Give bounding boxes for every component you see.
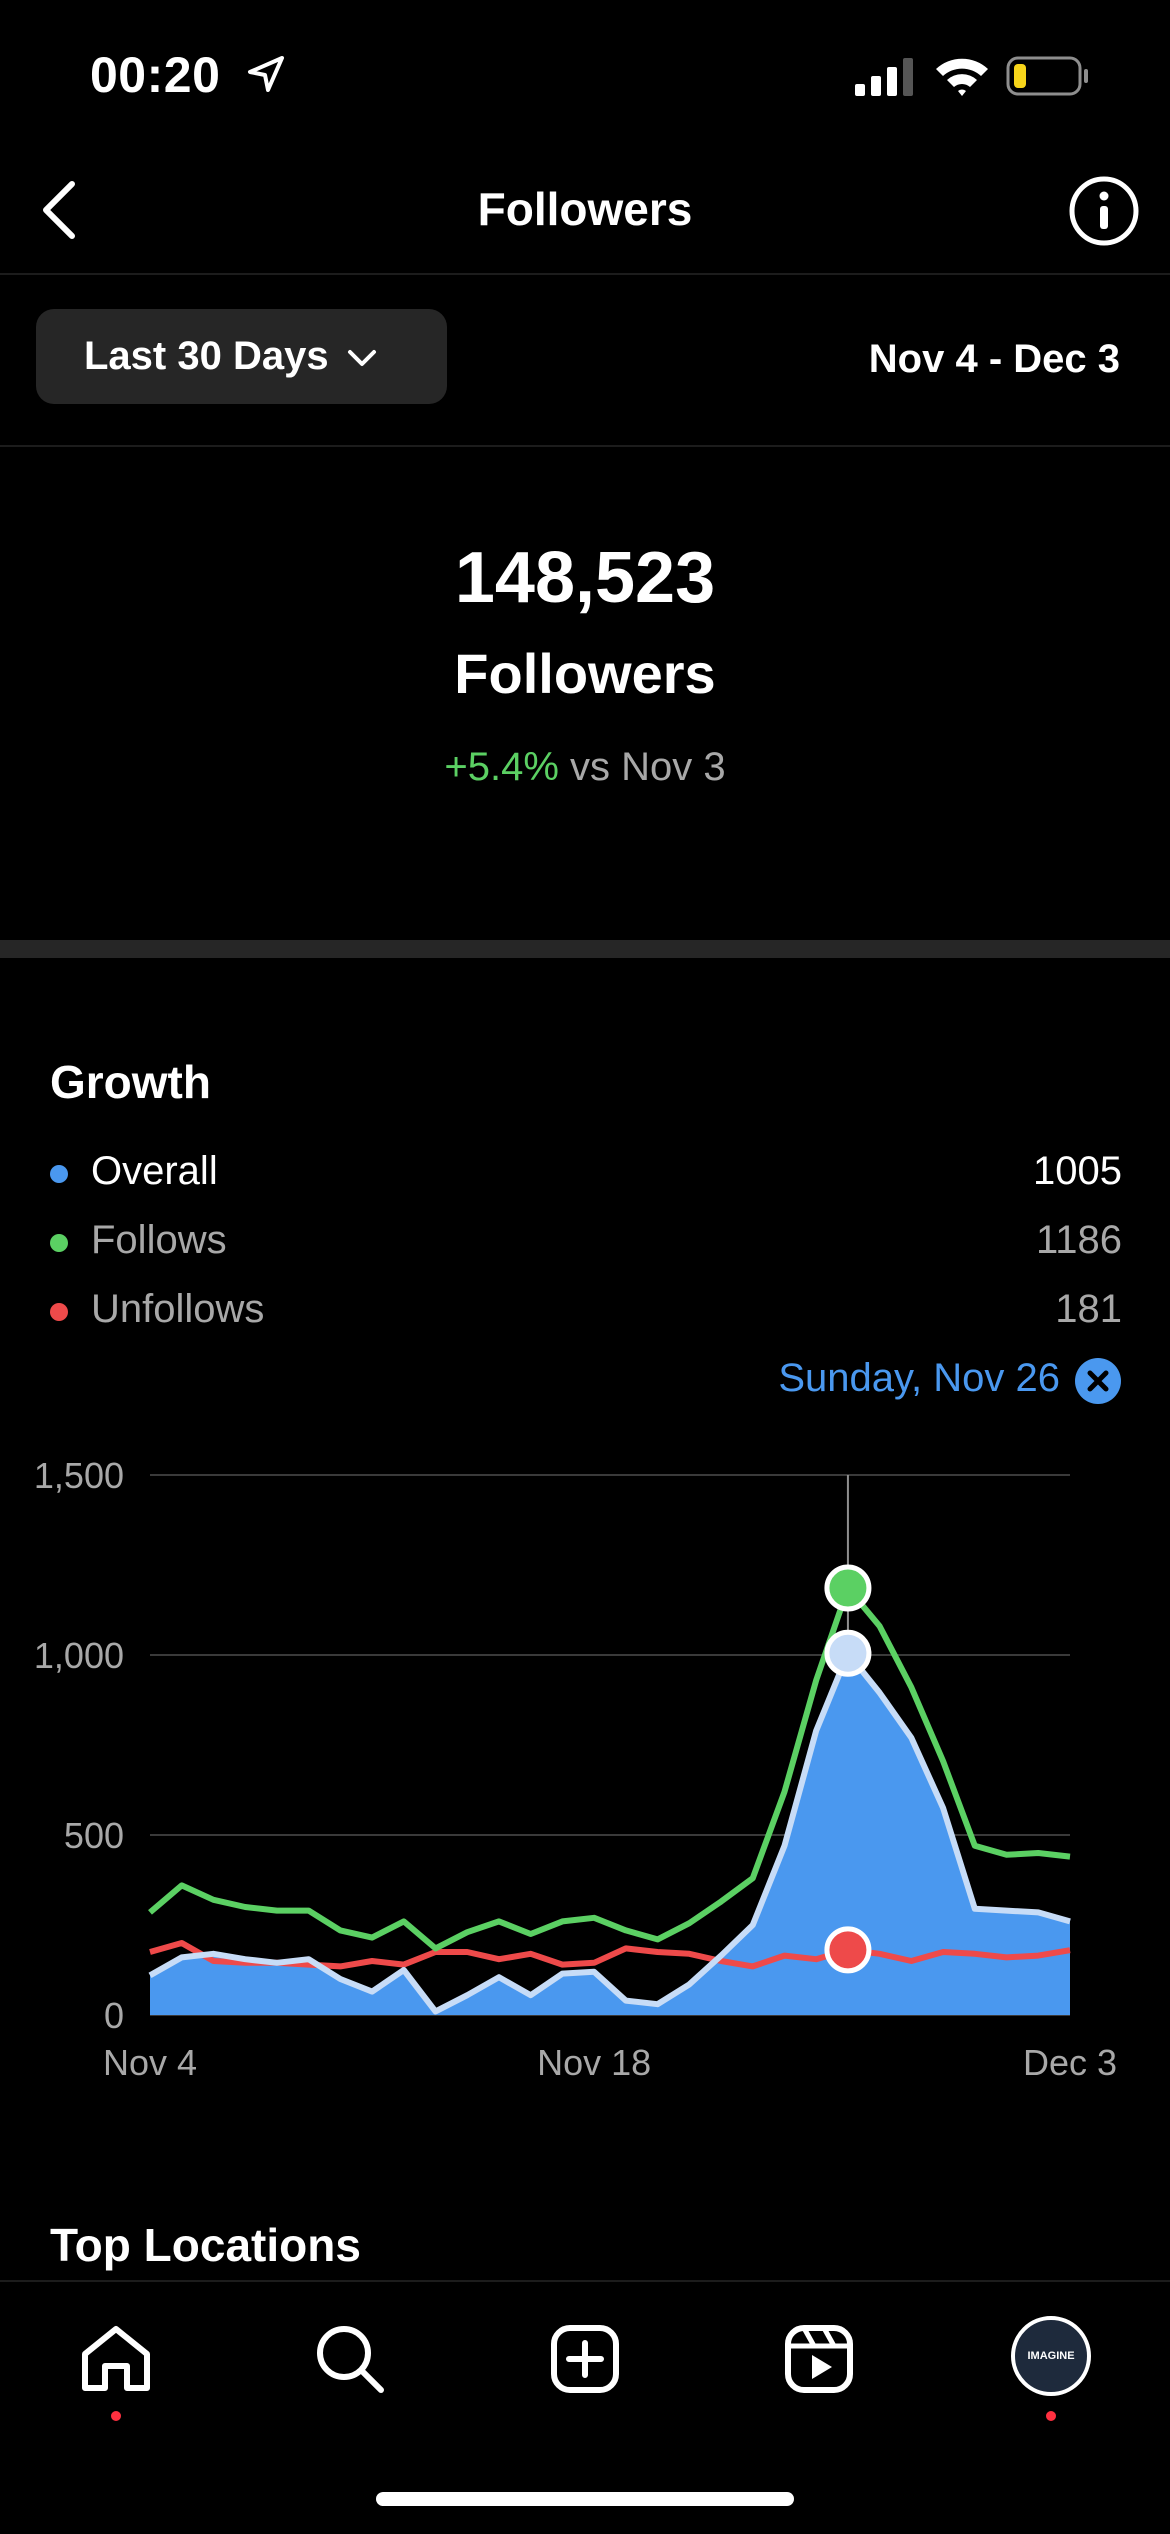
legend-dot-overall [50, 1165, 68, 1183]
wifi-icon [936, 58, 988, 96]
home-notification-dot [111, 2411, 121, 2421]
page-title: Followers [477, 183, 693, 235]
follower-count: 148,523 [454, 538, 716, 618]
legend-unfollows: Unfollows 181 [50, 1281, 1122, 1341]
date-range-text: Nov 4 - Dec 3 [868, 337, 1120, 381]
follows-marker[interactable] [824, 1564, 872, 1612]
section-divider [0, 940, 1170, 958]
change-line: +5.4% vs Nov 3 [0, 745, 1170, 790]
status-bar: 00:20 [0, 0, 1170, 150]
tab-reels[interactable] [774, 2314, 864, 2404]
y-tick-label: 1,500 [34, 1455, 124, 1496]
overall-marker[interactable] [824, 1629, 872, 1677]
selected-date: Sunday, Nov 26 [778, 1356, 1060, 1400]
clear-selection-icon[interactable] [1075, 1358, 1121, 1404]
x-tick-label: Dec 3 [1023, 2042, 1117, 2083]
plus-square-icon [551, 2325, 619, 2393]
growth-chart[interactable]: 0 500 1,000 1,500 Nov 4 Nov 18 Dec 3 [0, 1440, 1170, 2090]
cellular-signal-icon [855, 58, 913, 96]
battery-icon [1006, 56, 1088, 96]
legend-dot-unfollows [50, 1303, 68, 1321]
x-tick-label: Nov 18 [537, 2042, 651, 2083]
legend-overall: Overall 1005 [50, 1143, 1122, 1203]
legend-follows: Follows 1186 [50, 1212, 1122, 1272]
profile-avatar[interactable]: IMAGINE [1011, 2316, 1091, 2396]
legend-value-overall: 1005 [1033, 1149, 1122, 1193]
y-tick-label: 500 [64, 1815, 124, 1856]
location-arrow-icon [248, 56, 284, 92]
y-tick-label: 0 [104, 1995, 124, 2036]
reels-icon [785, 2325, 853, 2393]
top-locations-title: Top Locations [50, 2219, 361, 2271]
profile-notification-dot [1046, 2411, 1056, 2421]
home-icon [82, 2326, 150, 2391]
legend-dot-follows [50, 1234, 68, 1252]
change-comparison: vs Nov 3 [570, 745, 726, 789]
legend-value-follows: 1186 [1035, 1218, 1122, 1262]
change-percent: +5.4% [444, 745, 559, 789]
unfollows-marker[interactable] [824, 1926, 872, 1974]
tab-search[interactable] [305, 2314, 395, 2404]
legend-label-unfollows: Unfollows [91, 1287, 265, 1331]
legend-label-follows: Follows [91, 1218, 227, 1262]
growth-title: Growth [50, 1056, 211, 1108]
chevron-down-icon [347, 349, 376, 366]
date-range-label: Last 30 Days [84, 334, 329, 378]
x-tick-label: Nov 4 [103, 2042, 197, 2083]
legend-value-unfollows: 181 [1055, 1287, 1122, 1331]
search-icon [317, 2326, 384, 2393]
legend-label-overall: Overall [91, 1149, 218, 1193]
tab-home[interactable] [71, 2314, 161, 2404]
follower-label: Followers [454, 642, 716, 705]
follower-summary: 148,523 Followers +5.4% vs Nov 3 [0, 445, 1170, 940]
nav-bar: Followers [0, 150, 1170, 275]
status-time: 00:20 [90, 47, 221, 103]
tab-create[interactable] [540, 2314, 630, 2404]
date-range-dropdown[interactable]: Last 30 Days [36, 309, 447, 404]
filter-row: Last 30 Days Nov 4 - Dec 3 [0, 275, 1170, 447]
home-indicator [376, 2492, 794, 2506]
y-tick-label: 1,000 [34, 1635, 124, 1676]
info-icon[interactable] [1068, 175, 1140, 247]
